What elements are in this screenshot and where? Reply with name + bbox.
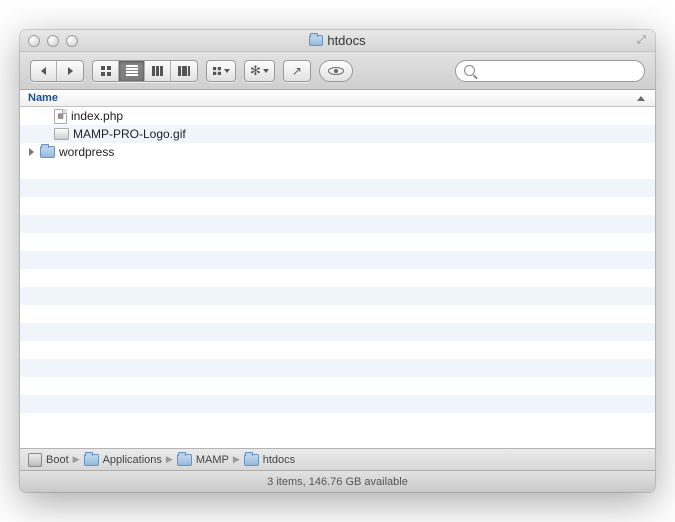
arrange-icon [213, 67, 221, 75]
folder-icon [244, 454, 259, 466]
back-button[interactable] [31, 61, 57, 81]
chevron-left-icon [41, 67, 46, 75]
file-list: ▦ index.php MAMP-PRO-Logo.gif wordpress [20, 107, 655, 448]
toolbar: ✻ ↗ [20, 52, 655, 90]
status-bar: 3 items, 146.76 GB available [20, 470, 655, 492]
window-title: htdocs [20, 33, 655, 48]
status-text: 3 items, 146.76 GB available [267, 476, 408, 488]
forward-button[interactable] [57, 61, 83, 81]
coverflow-view-button[interactable] [171, 61, 197, 81]
folder-icon [309, 35, 323, 46]
column-view-button[interactable] [145, 61, 171, 81]
path-separator-icon: ▶ [166, 454, 173, 465]
search-icon [464, 65, 475, 76]
file-name: MAMP-PRO-Logo.gif [73, 127, 186, 141]
path-segment[interactable]: Applications [103, 454, 162, 466]
file-name: index.php [71, 109, 123, 123]
folder-icon [177, 454, 192, 466]
search-field[interactable] [455, 60, 645, 82]
path-segment[interactable]: Boot [46, 454, 69, 466]
finder-window: htdocs ⤢ ✻ ↗ [20, 30, 655, 492]
folder-icon [84, 454, 99, 466]
fullscreen-icon[interactable]: ⤢ [637, 34, 649, 46]
titlebar: htdocs ⤢ [20, 30, 655, 52]
path-bar: Boot ▶ Applications ▶ MAMP ▶ htdocs [20, 448, 655, 470]
arrange-button[interactable] [206, 60, 236, 82]
chevron-right-icon [68, 67, 73, 75]
grid-icon [101, 66, 111, 76]
column-icon [152, 66, 164, 76]
minimize-button[interactable] [47, 35, 59, 47]
title-text: htdocs [327, 33, 365, 48]
traffic-lights [20, 35, 78, 47]
chevron-down-icon [263, 69, 269, 73]
column-header[interactable]: Name [20, 90, 655, 107]
share-button[interactable]: ↗ [283, 60, 311, 82]
drive-icon [28, 453, 42, 467]
path-segment[interactable]: htdocs [263, 454, 295, 466]
search-input[interactable] [480, 64, 636, 78]
php-file-icon: ▦ [54, 109, 67, 124]
name-column-header[interactable]: Name [28, 92, 637, 104]
share-icon: ↗ [292, 64, 302, 78]
sort-indicator-icon [637, 96, 645, 101]
zoom-button[interactable] [66, 35, 78, 47]
disclosure-triangle[interactable] [26, 148, 36, 156]
chevron-right-icon [29, 148, 34, 156]
empty-rows [20, 161, 655, 448]
folder-icon [40, 146, 55, 158]
list-item[interactable]: MAMP-PRO-Logo.gif [20, 125, 655, 143]
file-name: wordpress [59, 145, 114, 159]
path-separator-icon: ▶ [73, 454, 80, 465]
eye-icon [328, 67, 344, 75]
list-item[interactable]: ▦ index.php [20, 107, 655, 125]
action-button[interactable]: ✻ [244, 60, 275, 82]
nav-buttons [30, 60, 84, 82]
gear-icon: ✻ [250, 63, 261, 79]
quicklook-button[interactable] [319, 60, 353, 82]
close-button[interactable] [28, 35, 40, 47]
image-file-icon [54, 128, 69, 140]
list-item[interactable]: wordpress [20, 143, 655, 161]
icon-view-button[interactable] [93, 61, 119, 81]
list-icon [126, 64, 138, 78]
path-separator-icon: ▶ [233, 454, 240, 465]
chevron-down-icon [224, 69, 230, 73]
coverflow-icon [178, 66, 190, 76]
view-switcher [92, 60, 198, 82]
list-view-button[interactable] [119, 61, 145, 81]
path-segment[interactable]: MAMP [196, 454, 229, 466]
